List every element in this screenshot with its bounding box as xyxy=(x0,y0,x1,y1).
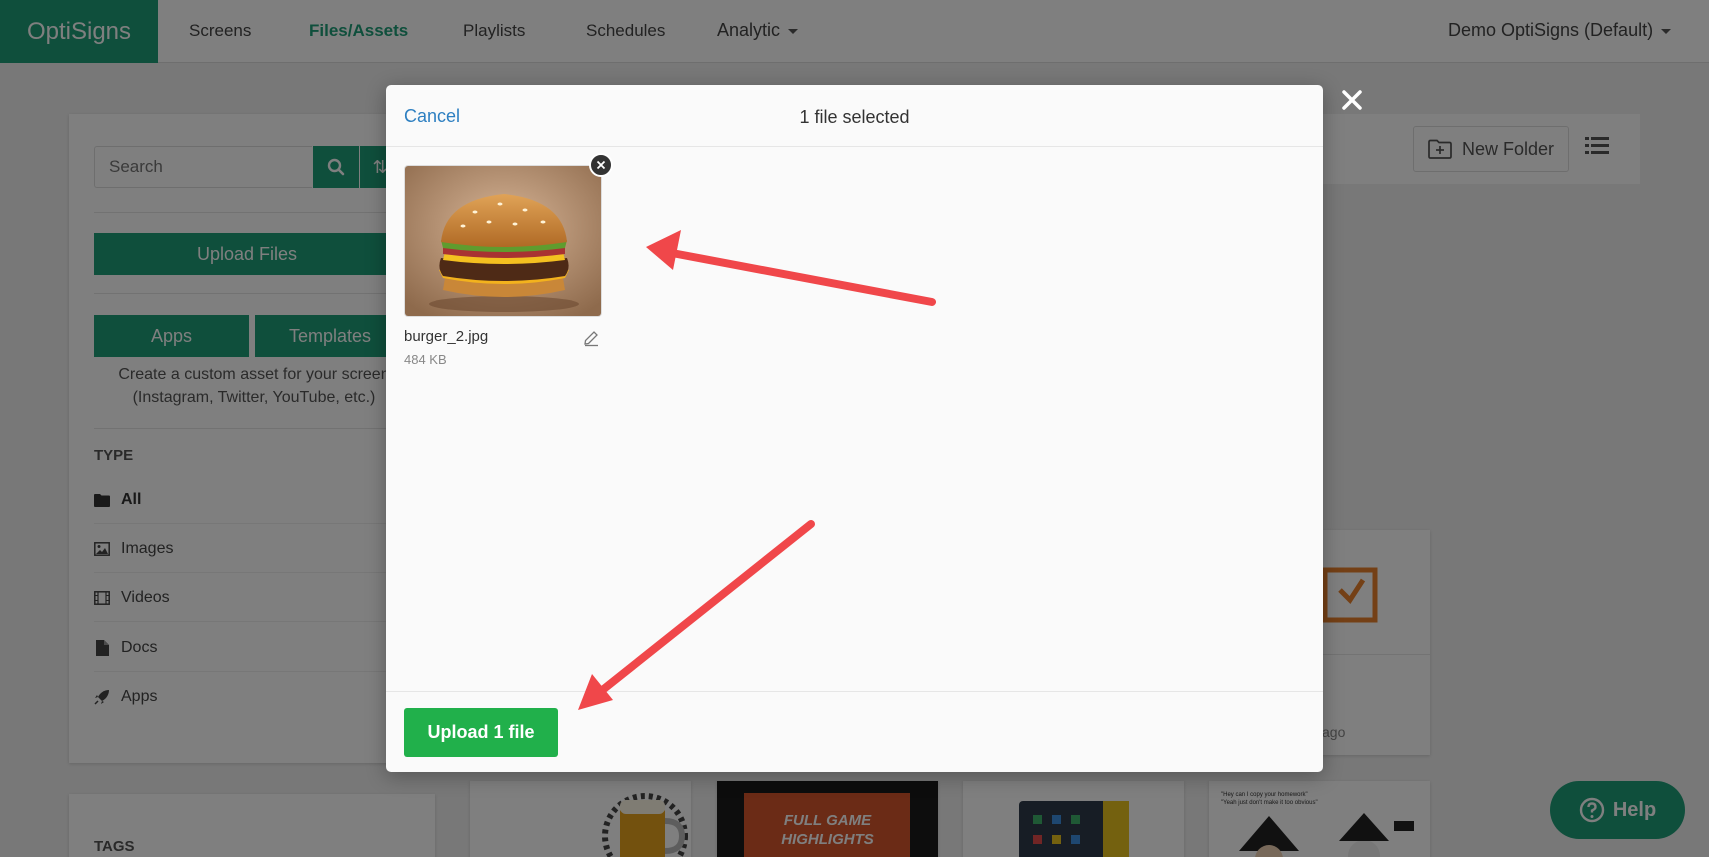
upload-file-button[interactable]: Upload 1 file xyxy=(404,708,558,757)
file-size: 484 KB xyxy=(404,352,447,367)
close-icon[interactable] xyxy=(1336,84,1368,116)
modal-header: Cancel 1 file selected xyxy=(386,85,1323,147)
pencil-icon[interactable] xyxy=(582,329,600,347)
upload-modal: Cancel 1 file selected burger_2.jpg 484 … xyxy=(386,85,1323,772)
close-icon xyxy=(596,160,606,170)
remove-file-button[interactable] xyxy=(589,153,613,177)
modal-title: 1 file selected xyxy=(799,107,910,127)
burger-image xyxy=(405,166,601,316)
file-thumbnail xyxy=(404,165,602,317)
modal-footer: Upload 1 file xyxy=(386,691,1323,772)
file-name: burger_2.jpg xyxy=(404,328,489,345)
